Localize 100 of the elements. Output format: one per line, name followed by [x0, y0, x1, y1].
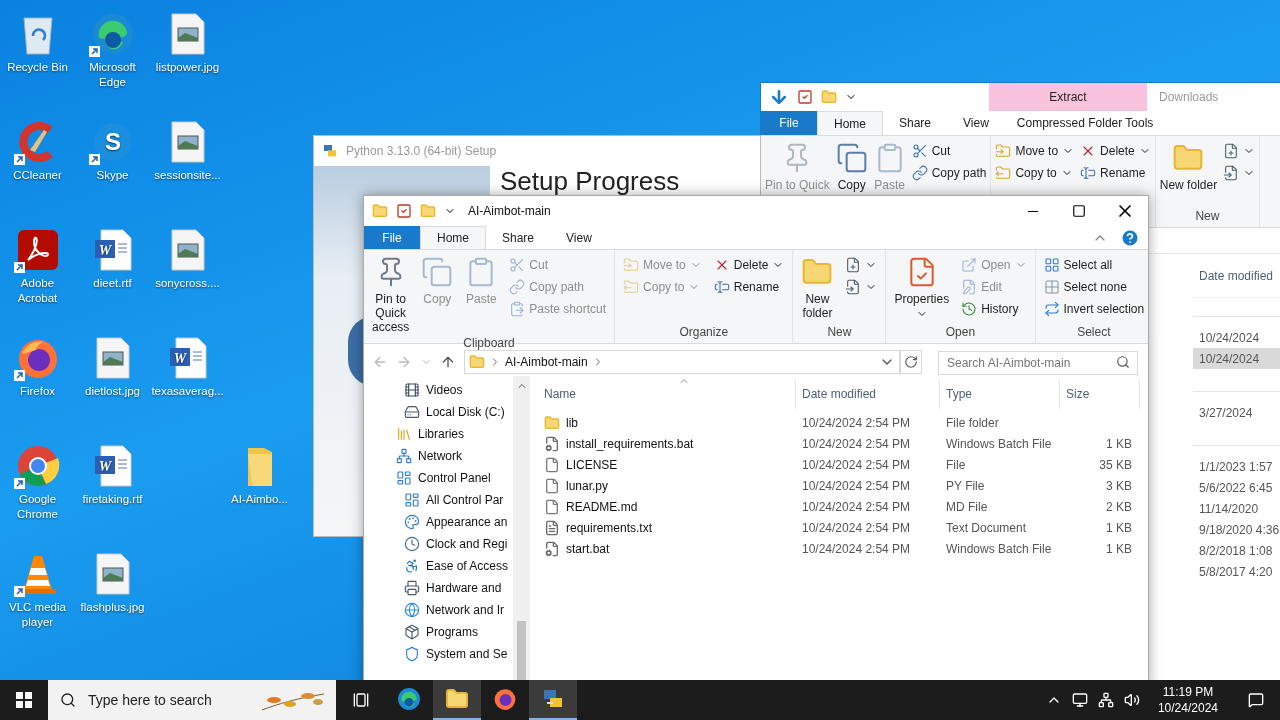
desktop-shortcut[interactable]: CCleaner: [0, 110, 75, 218]
taskbar-app[interactable]: [433, 680, 481, 720]
nav-tree-item[interactable]: Programs: [364, 621, 514, 643]
image-file-icon: [94, 336, 131, 380]
gear-file-icon: [544, 540, 560, 557]
up-icon[interactable]: [440, 354, 456, 370]
ribbon-button[interactable]: Rename: [1078, 162, 1153, 184]
scrollbar-thumb[interactable]: [517, 621, 527, 680]
ribbon-button[interactable]: Cut: [909, 140, 989, 162]
date-cell[interactable]: 5/6/2022 6:45: [1193, 477, 1280, 498]
nav-tree-item[interactable]: Libraries: [364, 423, 514, 445]
type-cell-text: Windows Batch File: [945, 540, 1053, 558]
scrollbar[interactable]: [513, 376, 530, 680]
desktop-shortcut[interactable]: listpower.jpg: [150, 2, 225, 110]
date-cell[interactable]: 10/24/2024: [1193, 327, 1280, 348]
ribbon-button[interactable]: Delete: [709, 254, 789, 276]
desktop-shortcut[interactable]: W texasaverag...: [150, 326, 225, 434]
ribbon-button[interactable]: New folder: [1157, 138, 1220, 192]
ribbon-tab[interactable]: Compressed Folder Tools: [1004, 111, 1166, 135]
address-bar[interactable]: AI-Aimbot-main: [464, 350, 900, 374]
ribbon-button[interactable]: Properties: [890, 252, 954, 320]
checkbox-icon[interactable]: [797, 89, 813, 105]
search-field[interactable]: Search AI-Aimbot-main: [938, 350, 1138, 375]
date-cell[interactable]: 10/24/2024: [1193, 348, 1280, 369]
column-header[interactable]: Type: [940, 379, 1060, 409]
volume-icon[interactable]: [1123, 692, 1140, 708]
ribbon-button[interactable]: Delete: [1078, 140, 1153, 162]
ribbon-button[interactable]: Copy path: [909, 162, 989, 184]
history-icon: [961, 301, 978, 317]
date-cell[interactable]: 11/14/2020: [1193, 498, 1280, 519]
nav-tree-item[interactable]: Clock and Regi: [364, 533, 514, 555]
nav-tree-item[interactable]: Local Disk (C:): [364, 401, 514, 423]
ribbon-button[interactable]: Select all: [1039, 254, 1149, 276]
file-name-cell[interactable]: requirements.txt: [538, 518, 796, 537]
nav-tree-item[interactable]: System and Se: [364, 643, 514, 665]
nav-tree-item[interactable]: Control Panel: [364, 467, 514, 489]
file-name-cell[interactable]: lunar.py: [538, 476, 796, 495]
desktop-shortcut[interactable]: W firetaking.rtf: [75, 434, 150, 542]
ribbon-button[interactable]: History: [957, 298, 1031, 320]
file-arrow-icon: [845, 279, 862, 295]
shield-icon: [404, 646, 420, 662]
nav-tree-item[interactable]: All Control Par: [364, 489, 514, 511]
nav-tree-item[interactable]: Ease of Access: [364, 555, 514, 577]
folder-icon: [469, 354, 485, 370]
column-header[interactable]: Date modified: [796, 379, 940, 409]
clock-icon: [404, 536, 420, 552]
ribbon-button[interactable]: Move to: [993, 140, 1077, 162]
type-cell-text: MD File: [945, 498, 989, 516]
copy-icon: [421, 256, 454, 288]
desktop-shortcut[interactable]: S Skype: [75, 110, 150, 218]
ribbon-tab[interactable]: View: [947, 111, 1005, 135]
ribbon-button[interactable]: New folder: [797, 252, 838, 320]
breadcrumb-item[interactable]: AI-Aimbot-main: [505, 353, 588, 371]
file-name-cell[interactable]: install_requirements.bat: [538, 434, 796, 453]
desktop-shortcut[interactable]: Microsoft Edge: [75, 2, 150, 110]
date-cell[interactable]: 8/2/2018 1:08: [1193, 540, 1280, 561]
desktop-shortcut[interactable]: Recycle Bin: [0, 2, 75, 110]
column-header[interactable]: Size: [1060, 379, 1140, 409]
clock[interactable]: 11:19 PM 10/24/2024: [1149, 684, 1226, 716]
date-cell[interactable]: 5/8/2017 4:20: [1193, 561, 1280, 582]
taskbar-search-field[interactable]: Type here to search: [48, 680, 336, 720]
date-cell[interactable]: 3/27/2024: [1193, 402, 1280, 423]
ribbon-tab[interactable]: Home: [420, 226, 486, 249]
search-icon: [1116, 354, 1130, 369]
nav-tree-item[interactable]: Network and Ir: [364, 599, 514, 621]
link-icon: [911, 165, 928, 181]
ribbon-tab[interactable]: File: [761, 111, 817, 135]
ribbon-button[interactable]: Invert selection: [1039, 298, 1149, 320]
file-name-cell[interactable]: lib: [538, 413, 796, 432]
ribbon-tab[interactable]: Share: [883, 111, 948, 135]
network-icon[interactable]: [1097, 692, 1114, 708]
file-name-cell[interactable]: start.bat: [538, 539, 796, 558]
column-header[interactable]: Name: [538, 379, 796, 409]
nav-tree-item[interactable]: Hardware and: [364, 577, 514, 599]
ribbon-tab[interactable]: View: [550, 226, 608, 249]
column-header[interactable]: Date modified: [1193, 254, 1280, 298]
desktop-shortcut[interactable]: W dieet.rtf: [75, 218, 150, 326]
ribbon-button[interactable]: Rename: [709, 276, 789, 298]
ribbon-tab[interactable]: File: [364, 226, 420, 249]
help-icon[interactable]: [1120, 227, 1140, 248]
ribbon-button[interactable]: Select none: [1039, 276, 1149, 298]
ribbon-tab[interactable]: Home: [817, 111, 883, 135]
ribbon-button[interactable]: Pin to Quick access: [368, 252, 414, 334]
image-file-icon: [169, 228, 206, 272]
file-name-cell[interactable]: LICENSE: [538, 455, 796, 474]
monitor-icon[interactable]: [1071, 692, 1088, 708]
nav-tree-item[interactable]: Videos: [364, 379, 514, 401]
ribbon-button[interactable]: Copy to: [993, 162, 1077, 184]
nav-tree-item[interactable]: Appearance an: [364, 511, 514, 533]
file-name-cell[interactable]: README.md: [538, 497, 796, 516]
nav-tree-item[interactable]: Network: [364, 445, 514, 467]
refresh-button[interactable]: [900, 350, 922, 374]
taskbar-app[interactable]: [529, 680, 577, 720]
checkbox-icon[interactable]: [396, 203, 412, 219]
date-cell[interactable]: 1/1/2023 1:57: [1193, 456, 1280, 477]
date-cell[interactable]: 9/18/2020 4:36: [1193, 519, 1280, 540]
minimize-icon: [1028, 210, 1038, 212]
ribbon-button[interactable]: Copy: [833, 138, 870, 192]
ribbon-tab[interactable]: Share: [486, 226, 551, 249]
link-icon: [509, 279, 526, 295]
